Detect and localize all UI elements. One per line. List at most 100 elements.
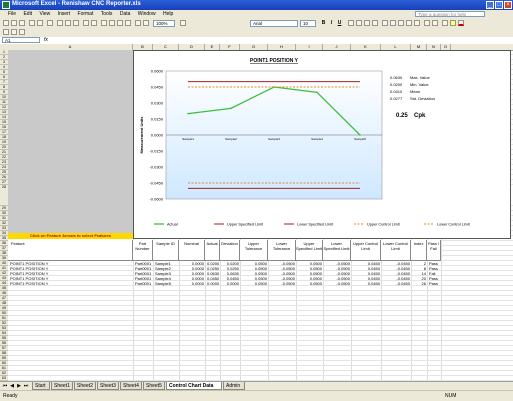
align-left-icon[interactable] [348, 20, 354, 26]
font-size-select[interactable]: 10 [300, 20, 316, 27]
table-header[interactable]: Part Number [133, 240, 153, 261]
sheet-tab-start[interactable]: Start [32, 382, 50, 390]
table-header[interactable]: Lower Control Limit [381, 240, 411, 261]
table-cell[interactable]: 0.0000 [181, 281, 204, 286]
new-icon[interactable] [3, 20, 9, 26]
table-header[interactable]: Deviation [220, 240, 240, 261]
bold-button[interactable]: B [320, 20, 327, 27]
table-cell[interactable]: Pass [429, 281, 440, 286]
table-header[interactable]: Lower Specified Limit [323, 240, 351, 261]
table-cell[interactable]: 0.0500 [242, 281, 267, 286]
excel-app-icon[interactable] [2, 1, 10, 9]
table-header[interactable]: Upper Tolerance [240, 240, 268, 261]
name-box[interactable]: A1 [2, 37, 40, 43]
table-cell[interactable]: 26 [413, 281, 426, 286]
table-header[interactable]: Actual [205, 240, 220, 261]
font-color-icon[interactable] [458, 20, 464, 26]
chart-wizard-icon[interactable] [135, 20, 141, 26]
copy-icon[interactable] [65, 20, 71, 26]
table-header[interactable]: Index [411, 240, 427, 261]
sheet-tab-admin[interactable]: Admin [223, 382, 245, 390]
print-icon[interactable] [29, 20, 35, 26]
menu-edit[interactable]: Edit [23, 10, 32, 19]
align-center-icon[interactable] [356, 20, 362, 26]
open-icon[interactable] [11, 20, 17, 26]
decrease-decimal-icon[interactable] [414, 20, 420, 26]
sheet-tab-sheet5[interactable]: Sheet5 [143, 382, 165, 390]
table-cell[interactable]: 0.0500 [298, 281, 322, 286]
redo-icon[interactable] [91, 20, 97, 26]
print-preview-icon[interactable] [37, 20, 43, 26]
table-cell-feature[interactable]: POINT1 POSITION Y [10, 281, 132, 286]
sort-ascending-icon[interactable] [117, 20, 123, 26]
control-chart[interactable]: POINT1 POSITION Y Measurement Units 0.06… [133, 50, 511, 239]
first-sheet-icon[interactable]: ⏮ [2, 383, 8, 389]
table-cell[interactable]: 0.0000 [222, 281, 239, 286]
table-header[interactable]: Lower Tolerance [268, 240, 296, 261]
sheet-tab-sheet1[interactable]: Sheet1 [51, 382, 73, 390]
help-icon[interactable] [180, 20, 186, 26]
table-header[interactable]: Upper Control Limit [351, 240, 381, 261]
comma-style-icon[interactable] [398, 20, 404, 26]
menu-help[interactable]: Help [163, 10, 173, 19]
toolbar-option-icon[interactable] [11, 29, 17, 35]
menu-data[interactable]: Data [120, 10, 131, 19]
menu-view[interactable]: View [39, 10, 50, 19]
align-right-icon[interactable] [364, 20, 370, 26]
menu-window[interactable]: Window [138, 10, 156, 19]
sheet-tab-sheet2[interactable]: Sheet2 [74, 382, 96, 390]
prev-sheet-icon[interactable]: ◀ [9, 383, 15, 389]
row-header[interactable]: 28 [0, 185, 8, 206]
last-sheet-icon[interactable]: ⏭ [23, 383, 29, 389]
table-cell[interactable]: -0.0500 [325, 281, 350, 286]
table-header[interactable]: Feature [8, 240, 133, 261]
toolbar-option-icon[interactable] [19, 29, 25, 35]
table-cell[interactable]: 0.0450 [353, 281, 380, 286]
menu-file[interactable]: File [8, 10, 16, 19]
maximize-button[interactable]: □ [495, 1, 503, 9]
next-sheet-icon[interactable]: ▶ [16, 383, 22, 389]
table-header[interactable]: Nominal [179, 240, 205, 261]
font-select[interactable]: Arial [250, 20, 298, 27]
close-button[interactable]: × [504, 1, 512, 9]
sheet-tab-sheet3[interactable]: Sheet3 [97, 382, 119, 390]
paste-icon[interactable] [73, 20, 79, 26]
table-header[interactable]: Sample ID [153, 240, 179, 261]
table-cell[interactable]: Sample5 [155, 281, 178, 286]
decrease-indent-icon[interactable] [424, 20, 430, 26]
table-cell[interactable]: -0.0450 [383, 281, 410, 286]
menu-tools[interactable]: Tools [101, 10, 113, 19]
table-header[interactable]: Pass / Fail [427, 240, 441, 261]
increase-decimal-icon[interactable] [406, 20, 412, 26]
function-icon[interactable]: fx [44, 37, 48, 43]
minimize-button[interactable]: _ [486, 1, 494, 9]
autosum-icon[interactable] [109, 20, 115, 26]
toolbar-grip-icon[interactable] [3, 29, 9, 35]
currency-icon[interactable] [382, 20, 388, 26]
hyperlink-icon[interactable] [101, 20, 107, 26]
percent-icon[interactable] [390, 20, 396, 26]
table-cell[interactable]: Part0001 [135, 281, 152, 286]
italic-button[interactable]: I [328, 20, 335, 27]
underline-button[interactable]: U [336, 20, 343, 27]
zoom-select[interactable]: 100% [153, 20, 175, 27]
worksheet-grid[interactable]: ABCDEFGHIJKLMNO 1 2 3 4 5 6 7 8 9 10 11 12 13 14 15 16 1… [0, 44, 513, 381]
table-cell[interactable]: -0.0500 [270, 281, 295, 286]
sort-descending-icon[interactable] [125, 20, 131, 26]
cut-icon[interactable] [57, 20, 63, 26]
undo-icon[interactable] [83, 20, 89, 26]
table-header[interactable]: Upper Specified Limit [296, 240, 323, 261]
table-cell[interactable]: 0.0000 [207, 281, 219, 286]
save-icon[interactable] [19, 20, 25, 26]
menu-format[interactable]: Format [78, 10, 94, 19]
help-search-input[interactable]: Type a question for help [415, 11, 485, 17]
merge-center-icon[interactable] [372, 20, 378, 26]
sheet-tab-control-chart-data[interactable]: Control Chart Data [166, 382, 222, 390]
increase-indent-icon[interactable] [432, 20, 438, 26]
menu-insert[interactable]: Insert [58, 10, 71, 19]
borders-icon[interactable] [442, 20, 448, 26]
drawing-icon[interactable] [143, 20, 149, 26]
spelling-icon[interactable] [47, 20, 53, 26]
sheet-tab-sheet4[interactable]: Sheet4 [120, 382, 142, 390]
fill-color-icon[interactable] [450, 20, 456, 26]
